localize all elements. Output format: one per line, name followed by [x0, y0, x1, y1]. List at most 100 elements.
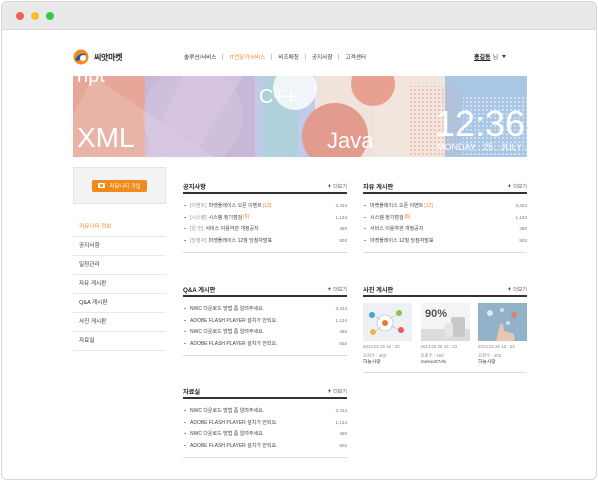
more-button[interactable]: + 더보기	[507, 183, 527, 191]
photo-item[interactable]: 2014.02.26 16 : 23 조회수 : 403 하늘사랑	[478, 303, 527, 366]
user-name[interactable]: 홍길동	[474, 52, 491, 61]
sidebar-item-notice[interactable]: 공지사항	[73, 237, 166, 256]
post-title[interactable]: ADOBE FLASH PLAYER 설치가 안되요.	[190, 317, 278, 324]
post-title[interactable]: ADOBE FLASH PLAYER 설치가 안되요.	[190, 442, 278, 449]
nav-divider	[338, 54, 340, 60]
hero-banner: hpt XML C++ Java 12:36 MONDAY . 25 . JUL…	[73, 76, 527, 157]
post-title[interactable]: 마켓플레이스 오픈 이벤트	[370, 202, 423, 209]
more-button[interactable]: + 더보기	[328, 183, 347, 191]
post-title[interactable]: 서비스 이용약관 개정공지	[205, 225, 258, 232]
view-count: 502	[339, 237, 347, 243]
post-title[interactable]: 마켓플레이스 오픈 이벤트	[209, 202, 262, 209]
more-button[interactable]: + 더보기	[328, 388, 347, 396]
post-tag: [시스템]	[190, 214, 207, 221]
post-title[interactable]: 마켓플레이스 12월 당첨자발표	[370, 237, 434, 244]
post-tag: [이벤트]	[190, 203, 207, 210]
post-row[interactable]: NWC 다운로드 방법 좀 알려주세요. 460	[183, 326, 347, 338]
ninety-percent-image: 90%	[420, 303, 470, 341]
sidebar-item-archive[interactable]: 자료실	[73, 332, 166, 351]
post-title[interactable]: NWC 다운로드 방법 좀 알려주세요.	[190, 430, 264, 437]
board-header: 자유 게시판 + 더보기	[363, 180, 527, 194]
board-header: 사진 게시판 + 더보기	[363, 283, 527, 297]
view-count: 502	[519, 237, 527, 243]
photo-author: 하늘사랑	[478, 360, 496, 365]
post-list: NWC 다운로드 방법 좀 알려주세요. 3,434 ADOBE FLASH PL…	[183, 399, 347, 458]
bullet-icon	[184, 444, 186, 446]
sidebar-item-schedule[interactable]: 일정관리	[73, 256, 166, 275]
comment-count: [6]	[243, 214, 249, 221]
close-window-button[interactable]	[16, 12, 24, 20]
post-row[interactable]: 마켓플레이스 오픈 이벤트 [12] 3,434	[363, 200, 527, 212]
board-title: 공지사항	[183, 184, 206, 191]
post-title[interactable]: ADOBE FLASH PLAYER 설치가 안되요.	[190, 340, 278, 347]
nav-item-solutions[interactable]: 솔루션/서비스	[184, 53, 216, 61]
post-row[interactable]: ADOBE FLASH PLAYER 설치가 안되요. 502	[183, 440, 347, 452]
photo-date: 2014.02.26 16 : 23	[420, 344, 458, 349]
post-row[interactable]: [시스템] 시스템 정기점검 [6] 1,134	[183, 212, 347, 224]
post-row[interactable]: 시스템 정기점검 [6] 1,134	[363, 212, 527, 224]
post-row[interactable]: [이벤트] 마켓플레이스 오픈 이벤트 [12] 3,434	[183, 200, 347, 212]
sidebar-item-free-board[interactable]: 자유 게시판	[73, 275, 166, 294]
nav-item-biz-matching[interactable]: 비즈매칭	[278, 53, 299, 61]
post-row[interactable]: ADOBE FLASH PLAYER 설치가 안되요. 1,134	[183, 417, 347, 429]
user-menu[interactable]: 홍길동 님	[474, 52, 507, 61]
banner-clock: 12:36	[435, 103, 525, 144]
more-button[interactable]: + 더보기	[507, 286, 527, 294]
post-title[interactable]: ADOBE FLASH PLAYER 설치가 안되요.	[190, 419, 278, 426]
plus-icon: +	[507, 183, 512, 190]
join-community-button[interactable]: 커뮤니티 가입	[92, 179, 147, 192]
infographic-image	[363, 303, 412, 341]
banner-word-cpp: C++	[259, 86, 297, 108]
photo-item[interactable]: 90% 2014.02.26 16 : 23 조회수 : 403 mesoo07…	[420, 303, 470, 366]
notice-board: 공지사항 + 더보기 [이벤트] 마켓플레이스 오픈 이벤트 [12] 3,434 [시…	[183, 180, 347, 253]
site-logo[interactable]: 씨앗마켓	[72, 49, 123, 65]
photo-thumbnail[interactable]	[363, 303, 412, 341]
view-count: 460	[339, 329, 347, 335]
comment-count: [6]	[404, 214, 411, 221]
view-count: 1,134	[515, 214, 528, 220]
post-title[interactable]: NWC 다운로드 방법 좀 알려주세요.	[190, 407, 264, 414]
plus-icon: +	[507, 286, 512, 293]
post-title[interactable]: 시스템 정기점검	[370, 214, 404, 221]
sidebar-item-photo-board[interactable]: 사진 게시판	[73, 313, 166, 332]
photo-item[interactable]: 2014.02.26 16 : 23 조회수 : 403 하늘사랑	[363, 303, 412, 366]
community-icon	[98, 183, 106, 188]
nav-item-it-experts[interactable]: IT전문가서비스	[229, 53, 265, 61]
nav-item-notice[interactable]: 공지사항	[312, 53, 333, 61]
post-row[interactable]: NWC 다운로드 방법 좀 알려주세요. 3,434	[183, 303, 347, 315]
post-row[interactable]: [당첨자] 마켓플레이스 12월 당첨자발표 502	[183, 235, 347, 247]
view-count: 1,134	[335, 214, 348, 220]
board-title: 자유 게시판	[363, 184, 394, 191]
post-row[interactable]: NWC 다운로드 방법 좀 알려주세요. 460	[183, 428, 347, 440]
comment-count: [12]	[262, 202, 272, 209]
sidebar-item-community-info[interactable]: 커뮤니티 정보	[73, 218, 166, 237]
join-community-label: 커뮤니티 가입	[109, 183, 141, 190]
post-row[interactable]: 마켓플레이스 12월 당첨자발표 502	[363, 235, 527, 247]
post-title[interactable]: NWC 다운로드 방법 좀 알려주세요.	[190, 328, 264, 335]
post-title[interactable]: NWC 다운로드 방법 좀 알려주세요.	[190, 305, 264, 312]
banner-date: MONDAY . 25 . JULY . 2	[437, 142, 527, 152]
post-row[interactable]: ADOBE FLASH PLAYER 설치가 안되요. 1,134	[183, 315, 347, 327]
post-row[interactable]: NWC 다운로드 방법 좀 알려주세요. 3,434	[183, 405, 347, 417]
post-title[interactable]: 시스템 정기점검	[209, 214, 243, 221]
view-count: 460	[339, 431, 347, 437]
photo-board: 사진 게시판 + 더보기 2014.02.26 16: 23 조회수: 40…	[363, 283, 527, 373]
maximize-window-button[interactable]	[46, 12, 54, 20]
post-list: 마켓플레이스 오픈 이벤트 [12] 3,434 시스템 정기점검 [6] 1,134 …	[363, 194, 527, 253]
post-row[interactable]: [일 반] 서비스 이용약관 개정공지 460	[183, 223, 347, 235]
more-button[interactable]: + 더보기	[328, 286, 347, 294]
post-row[interactable]: 서비스 이용약관 개정공지 460	[363, 223, 527, 235]
photo-thumbnail[interactable]	[478, 303, 527, 341]
photo-thumbnail[interactable]: 90%	[420, 303, 470, 341]
chevron-down-icon[interactable]	[502, 55, 507, 58]
minimize-window-button[interactable]	[31, 12, 39, 20]
sidebar-item-qna-board[interactable]: Q&A 게시판	[73, 294, 166, 313]
post-row[interactable]: ADOBE FLASH PLAYER 설치가 안되요. 502	[183, 338, 347, 350]
qna-board: Q&A 게시판 + 더보기 NWC 다운로드 방법 좀 알려주세요. 3,434 A…	[183, 283, 347, 356]
post-list: NWC 다운로드 방법 좀 알려주세요. 3,434 ADOBE FLASH PL…	[183, 297, 347, 356]
post-title[interactable]: 마켓플레이스 12월 당첨자발표	[209, 237, 273, 244]
post-title[interactable]: 서비스 이용약관 개정공지	[370, 225, 423, 232]
nav-item-support[interactable]: 고객센터	[345, 53, 366, 61]
post-list: [이벤트] 마켓플레이스 오픈 이벤트 [12] 3,434 [시스템] 시스템 정기점…	[183, 194, 347, 253]
nav-divider	[222, 54, 224, 60]
